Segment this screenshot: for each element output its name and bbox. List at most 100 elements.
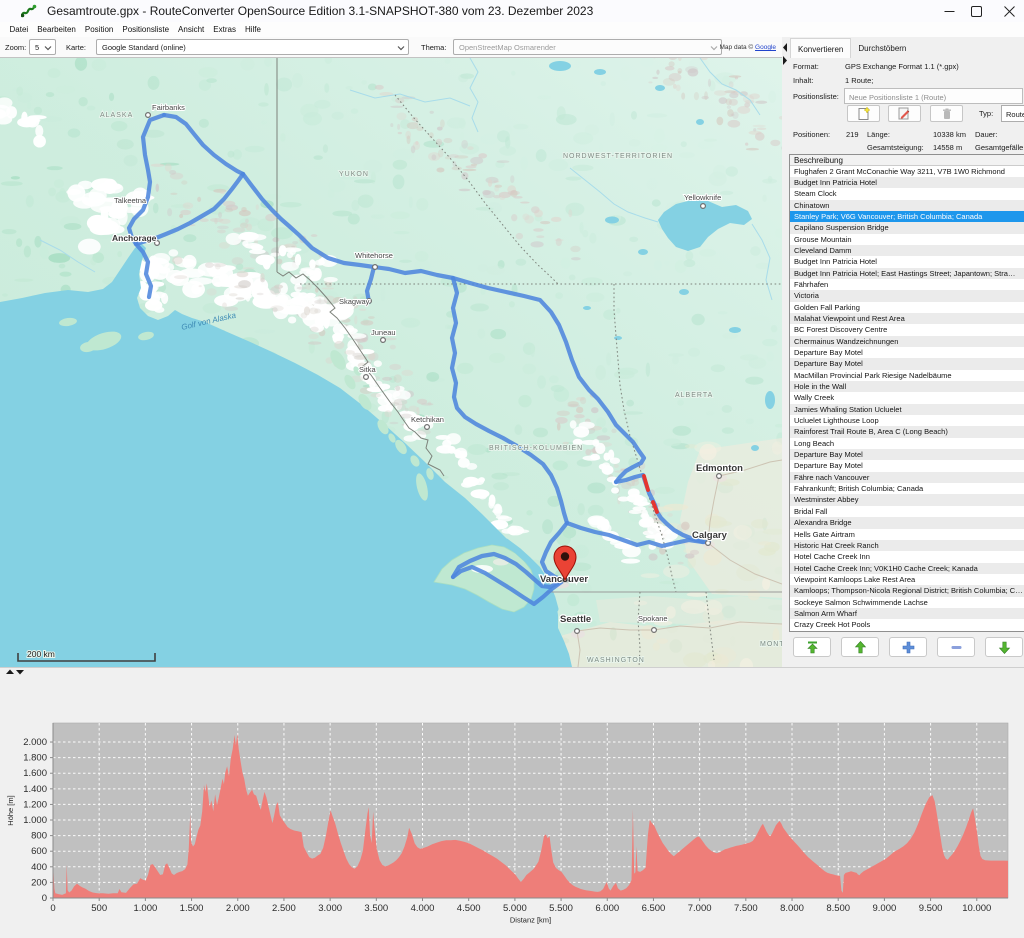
menu-hilfe[interactable]: Hilfe [240, 25, 265, 34]
table-row[interactable]: Salmon Arm Wharf [790, 608, 1024, 619]
tab-konvertieren[interactable]: Konvertieren [790, 38, 851, 58]
table-row[interactable]: Jamies Whaling Station Ucluelet [790, 404, 1024, 415]
table-row[interactable]: Departure Bay Motel [790, 358, 1024, 369]
table-row[interactable]: Rainforest Trail Route B, Area C (Long B… [790, 426, 1024, 437]
remove-position-button[interactable] [937, 637, 975, 657]
table-row[interactable]: Fährhafen [790, 279, 1024, 290]
table-row[interactable]: Chinatown [790, 200, 1024, 211]
table-row[interactable]: BC Forest Discovery Centre [790, 324, 1024, 335]
table-row[interactable]: Departure Bay Motel [790, 449, 1024, 460]
table-row[interactable]: Budget Inn Patricia Hotel; East Hastings… [790, 268, 1024, 279]
gesamtgefaelle-label: Gesamtgefälle: [975, 143, 1024, 152]
table-row[interactable]: Grouse Mountain [790, 234, 1024, 245]
horizontal-splitter[interactable] [0, 667, 1024, 676]
positionen-value: 219 [846, 130, 859, 139]
map-label: Edmonton [696, 463, 743, 474]
svg-text:8.500: 8.500 [826, 903, 850, 914]
table-row[interactable]: MacMillan Provincial Park Riesige Nadelb… [790, 370, 1024, 381]
panel-tabs: Konvertieren Durchstöbern [790, 38, 913, 58]
close-button[interactable] [987, 0, 1024, 22]
position-table[interactable]: Beschreibung Flughafen 2 Grant McConachi… [789, 154, 1024, 632]
table-row[interactable]: Flughafen 2 Grant McConachie Way 3211, V… [790, 166, 1024, 177]
menu-extras[interactable]: Extras [209, 25, 241, 34]
karte-label: Karte: [66, 43, 86, 52]
svg-text:7.000: 7.000 [688, 903, 712, 914]
add-position-button[interactable] [889, 637, 927, 657]
map-label: Yellowknife [684, 193, 721, 202]
menu-positionsliste[interactable]: Positionsliste [118, 25, 174, 34]
menu-bar: Datei Bearbeiten Position Positionsliste… [0, 22, 1024, 37]
table-row[interactable]: Long Beach [790, 438, 1024, 449]
table-row[interactable]: Capilano Suspension Bridge [790, 222, 1024, 233]
map-label: Ketchikan [411, 415, 444, 424]
new-positionlist-button[interactable] [847, 105, 880, 122]
svg-text:6.500: 6.500 [642, 903, 666, 914]
positionsliste-field[interactable]: Neue Positionsliste 1 (Route) [844, 88, 1023, 104]
typ-select[interactable]: Route [1001, 105, 1024, 122]
menu-datei[interactable]: Datei [5, 25, 33, 34]
move-to-top-icon [806, 641, 819, 654]
table-row[interactable]: Historic Hat Creek Ranch [790, 540, 1024, 551]
menu-ansicht[interactable]: Ansicht [174, 25, 209, 34]
table-row[interactable]: Departure Bay Motel [790, 460, 1024, 471]
move-to-top-button[interactable] [793, 637, 831, 657]
table-row[interactable]: Alexandra Bridge [790, 517, 1024, 528]
table-row[interactable]: Budget Inn Patricia Hotel [790, 177, 1024, 188]
splitter-collapse-icons[interactable] [4, 668, 30, 676]
add-position-icon [902, 641, 915, 654]
city-marker-dot [706, 541, 711, 546]
table-body: Flughafen 2 Grant McConachie Way 3211, V… [790, 166, 1024, 631]
table-row[interactable]: Hotel Cache Creek Inn; V0K1H0 Cache Cree… [790, 563, 1024, 574]
table-row[interactable]: Wally Creek [790, 392, 1024, 403]
zoom-select[interactable]: 5 [29, 39, 56, 55]
menu-bearbeiten[interactable]: Bearbeiten [33, 25, 81, 34]
routeconverter-window: Gesamtroute.gpx - RouteConverter OpenSou… [0, 0, 1024, 938]
rename-positionlist-button[interactable] [888, 105, 921, 122]
table-row[interactable]: Sockeye Salmon Schwimmende Lachse [790, 597, 1024, 608]
city-marker-dot [146, 113, 151, 118]
table-row[interactable]: Chermainus Wandzeichnungen [790, 336, 1024, 347]
table-row[interactable]: Malahat Viewpoint und Rest Area [790, 313, 1024, 324]
table-row[interactable]: Viewpoint Kamloops Lake Rest Area [790, 574, 1024, 585]
svg-text:2.000: 2.000 [226, 903, 250, 914]
map-label: Whitehorse [355, 251, 393, 260]
svg-text:200: 200 [31, 877, 47, 888]
collapse-left-icon [783, 43, 787, 52]
table-row[interactable]: Westminster Abbey [790, 494, 1024, 505]
thema-select[interactable]: OpenStreetMap Osmarender [453, 39, 722, 55]
table-row[interactable]: Departure Bay Motel [790, 347, 1024, 358]
table-row[interactable]: Kamloops; Thompson-Nicola Regional Distr… [790, 585, 1024, 596]
map-view[interactable]: ALASKAYUKONNORDWEST-TERRITORIENBRITISCH-… [0, 58, 782, 667]
karte-select[interactable]: Google Standard (online) [96, 39, 409, 55]
table-row[interactable]: Crazy Creek Hot Pools [790, 619, 1024, 630]
menu-position[interactable]: Position [80, 25, 117, 34]
table-row[interactable]: Hole in the Wall [790, 381, 1024, 392]
thema-label: Thema: [421, 43, 446, 52]
google-attribution-link[interactable]: Google [755, 44, 776, 51]
table-row[interactable]: Fahrankunft; British Columbia; Canada [790, 483, 1024, 494]
table-row[interactable]: Fähre nach Vancouver [790, 472, 1024, 483]
tab-durchstoebern[interactable]: Durchstöbern [851, 38, 913, 58]
table-row[interactable]: Ucluelet Lighthouse Loop [790, 415, 1024, 426]
table-row[interactable]: Cleveland Damm [790, 245, 1024, 256]
svg-text:2.500: 2.500 [272, 903, 296, 914]
table-row[interactable]: Golden Fall Parking [790, 302, 1024, 313]
delete-positionlist-button[interactable] [930, 105, 963, 122]
laenge-value: 10338 km [933, 130, 966, 139]
move-down-button[interactable] [985, 637, 1023, 657]
table-row[interactable]: Bridal Fall [790, 506, 1024, 517]
table-row[interactable]: Steam Clock [790, 188, 1024, 199]
svg-text:200 km: 200 km [27, 649, 55, 659]
table-header-beschreibung[interactable]: Beschreibung [790, 155, 1024, 166]
format-value: GPS Exchange Format 1.1 (*.gpx) [845, 62, 959, 71]
table-row[interactable]: Budget Inn Patricia Hotel [790, 256, 1024, 267]
city-marker-dot [575, 629, 580, 634]
move-down-icon [998, 641, 1011, 654]
table-row[interactable]: Hotel Cache Creek Inn [790, 551, 1024, 562]
inhalt-label: Inhalt: [793, 76, 813, 85]
move-up-button[interactable] [841, 637, 879, 657]
table-row[interactable]: Stanley Park; V6G Vancouver; British Col… [790, 211, 1024, 222]
table-row[interactable]: Hells Gate Airtram [790, 529, 1024, 540]
svg-text:600: 600 [31, 846, 47, 857]
table-row[interactable]: Victoria [790, 290, 1024, 301]
